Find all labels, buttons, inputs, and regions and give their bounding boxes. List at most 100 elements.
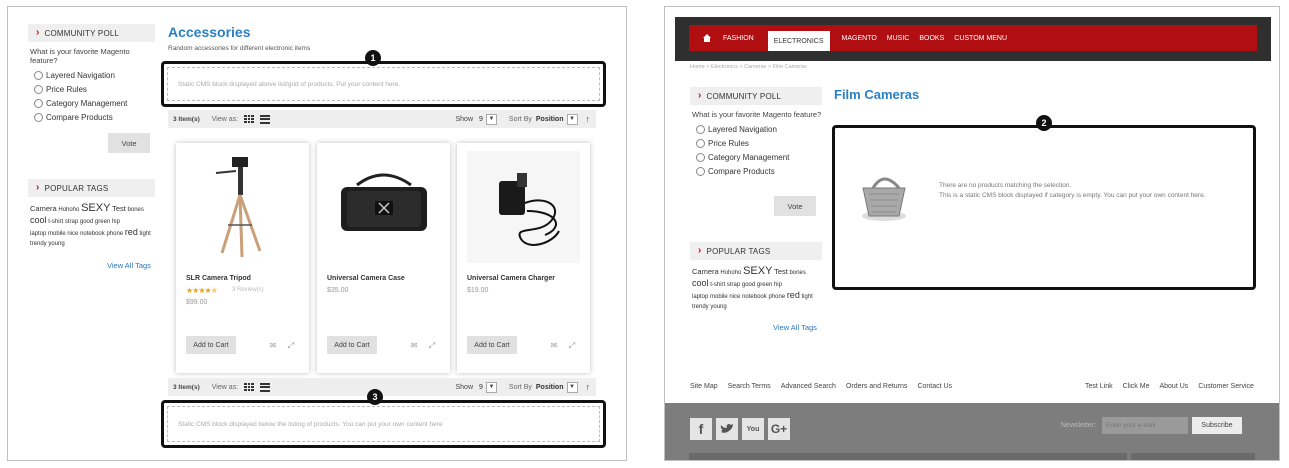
tag-link[interactable]: Test xyxy=(112,204,126,213)
tag-link[interactable]: Camera xyxy=(692,267,719,276)
tag-link[interactable]: t-shirt xyxy=(710,282,725,288)
poll-option[interactable]: Compare Products xyxy=(696,164,822,178)
subscribe-button[interactable]: Subscribe xyxy=(1192,417,1242,434)
footer-link[interactable]: About Us xyxy=(1159,383,1188,390)
nav-item-magento[interactable]: MAGENTO xyxy=(842,35,877,42)
radio-button[interactable] xyxy=(34,112,43,122)
radio-button[interactable] xyxy=(696,166,705,176)
tag-link[interactable]: SEXY xyxy=(743,265,772,277)
camera-charger-image[interactable] xyxy=(467,151,580,263)
tag-link[interactable]: notebook xyxy=(80,231,105,237)
tag-link[interactable]: green xyxy=(757,282,772,288)
tag-link[interactable]: hip xyxy=(112,219,120,225)
youtube-icon[interactable]: You xyxy=(742,418,764,440)
add-to-cart-button[interactable]: Add to Cart xyxy=(186,336,236,354)
poll-option[interactable]: Price Rules xyxy=(696,136,822,150)
nav-item-custom-menu[interactable]: CUSTOM MENU xyxy=(954,35,1007,42)
tag-link[interactable]: tight xyxy=(140,231,151,237)
add-to-cart-button[interactable]: Add to Cart xyxy=(467,336,517,354)
tag-link[interactable]: trendy xyxy=(30,241,47,247)
tag-link[interactable]: bones xyxy=(128,207,144,213)
tag-link[interactable]: laptop xyxy=(692,294,708,300)
tag-link[interactable]: Test xyxy=(774,267,788,276)
camera-case-image[interactable] xyxy=(327,151,440,263)
tag-link[interactable]: cool xyxy=(30,215,47,225)
tripod-image[interactable] xyxy=(186,151,299,263)
tag-link[interactable]: green xyxy=(95,219,110,225)
twitter-icon[interactable] xyxy=(716,418,738,440)
poll-option[interactable]: Layered Navigation xyxy=(696,122,822,136)
tag-link[interactable]: nice xyxy=(729,294,740,300)
breadcrumb[interactable]: Home > Electronics > Cameras > Film Came… xyxy=(690,64,807,70)
compare-icon[interactable]: ⤢ xyxy=(286,341,296,350)
view-all-tags-link[interactable]: View All Tags xyxy=(107,261,151,270)
tag-link[interactable]: red xyxy=(125,227,138,237)
product-name[interactable]: Universal Camera Case xyxy=(327,275,405,282)
add-to-cart-button[interactable]: Add to Cart xyxy=(327,336,377,354)
tag-link[interactable]: cool xyxy=(692,278,709,288)
tag-link[interactable]: phone xyxy=(106,231,123,237)
footer-link[interactable]: Site Map xyxy=(690,383,718,390)
tag-link[interactable]: strap xyxy=(65,219,78,225)
poll-option[interactable]: Category Management xyxy=(34,96,155,110)
wishlist-icon[interactable]: ✉ xyxy=(549,341,559,350)
radio-button[interactable] xyxy=(34,84,43,94)
home-icon[interactable] xyxy=(703,34,711,42)
tag-link[interactable]: t-shirt xyxy=(48,219,63,225)
tag-link[interactable]: young xyxy=(48,241,64,247)
tag-link[interactable]: hip xyxy=(774,282,782,288)
footer-link[interactable]: Customer Service xyxy=(1198,383,1254,390)
radio-button[interactable] xyxy=(696,124,705,134)
wishlist-icon[interactable]: ✉ xyxy=(268,341,278,350)
tag-link[interactable]: SEXY xyxy=(81,202,110,214)
limiter-dropdown[interactable]: ▼ xyxy=(485,113,497,125)
tag-link[interactable]: good xyxy=(80,219,93,225)
limiter-dropdown[interactable]: ▼ xyxy=(485,381,497,393)
poll-option[interactable]: Price Rules xyxy=(34,82,155,96)
radio-button[interactable] xyxy=(34,98,43,108)
tag-link[interactable]: mobile xyxy=(710,294,728,300)
footer-link[interactable]: Search Terms xyxy=(728,383,771,390)
radio-button[interactable] xyxy=(696,138,705,148)
tag-link[interactable]: Hohoho xyxy=(58,207,79,213)
tag-link[interactable]: good xyxy=(742,282,755,288)
tag-link[interactable]: laptop xyxy=(30,231,46,237)
list-view-icon[interactable] xyxy=(260,114,271,124)
poll-option[interactable]: Layered Navigation xyxy=(34,68,155,82)
grid-view-icon[interactable] xyxy=(244,382,254,392)
tag-link[interactable]: young xyxy=(710,304,726,310)
sort-direction-icon[interactable]: ↑ xyxy=(586,114,591,124)
vote-button[interactable]: Vote xyxy=(774,196,816,216)
compare-icon[interactable]: ⤢ xyxy=(427,341,437,350)
sort-dropdown[interactable]: ▼ xyxy=(566,381,578,393)
view-all-tags-link[interactable]: View All Tags xyxy=(773,323,817,332)
nav-item-books[interactable]: BOOKS xyxy=(919,35,944,42)
wishlist-icon[interactable]: ✉ xyxy=(409,341,419,350)
review-count[interactable]: 3 Review(s) xyxy=(232,287,264,293)
vote-button[interactable]: Vote xyxy=(108,133,150,153)
footer-link[interactable]: Orders and Returns xyxy=(846,383,907,390)
product-name[interactable]: SLR Camera Tripod xyxy=(186,275,251,282)
poll-option[interactable]: Compare Products xyxy=(34,110,155,124)
google-plus-icon[interactable]: G+ xyxy=(768,418,790,440)
sort-direction-icon[interactable]: ↑ xyxy=(586,382,591,392)
footer-link[interactable]: Test Link xyxy=(1085,383,1113,390)
footer-link[interactable]: Advanced Search xyxy=(781,383,836,390)
tag-link[interactable]: tight xyxy=(802,294,813,300)
tag-link[interactable]: trendy xyxy=(692,304,709,310)
footer-link[interactable]: Click Me xyxy=(1123,383,1150,390)
nav-item-fashion[interactable]: FASHION xyxy=(723,35,754,42)
facebook-icon[interactable]: f xyxy=(690,418,712,440)
grid-view-icon[interactable] xyxy=(244,114,254,124)
nav-item-music[interactable]: MUSIC xyxy=(887,35,910,42)
footer-link[interactable]: Contact Us xyxy=(917,383,952,390)
tag-link[interactable]: nice xyxy=(67,231,78,237)
tag-link[interactable]: notebook xyxy=(742,294,767,300)
radio-button[interactable] xyxy=(34,70,43,80)
newsletter-email-input[interactable] xyxy=(1102,417,1188,434)
tag-link[interactable]: Hohoho xyxy=(720,270,741,276)
tag-link[interactable]: mobile xyxy=(48,231,66,237)
sort-dropdown[interactable]: ▼ xyxy=(566,113,578,125)
radio-button[interactable] xyxy=(696,152,705,162)
product-name[interactable]: Universal Camera Charger xyxy=(467,275,555,282)
